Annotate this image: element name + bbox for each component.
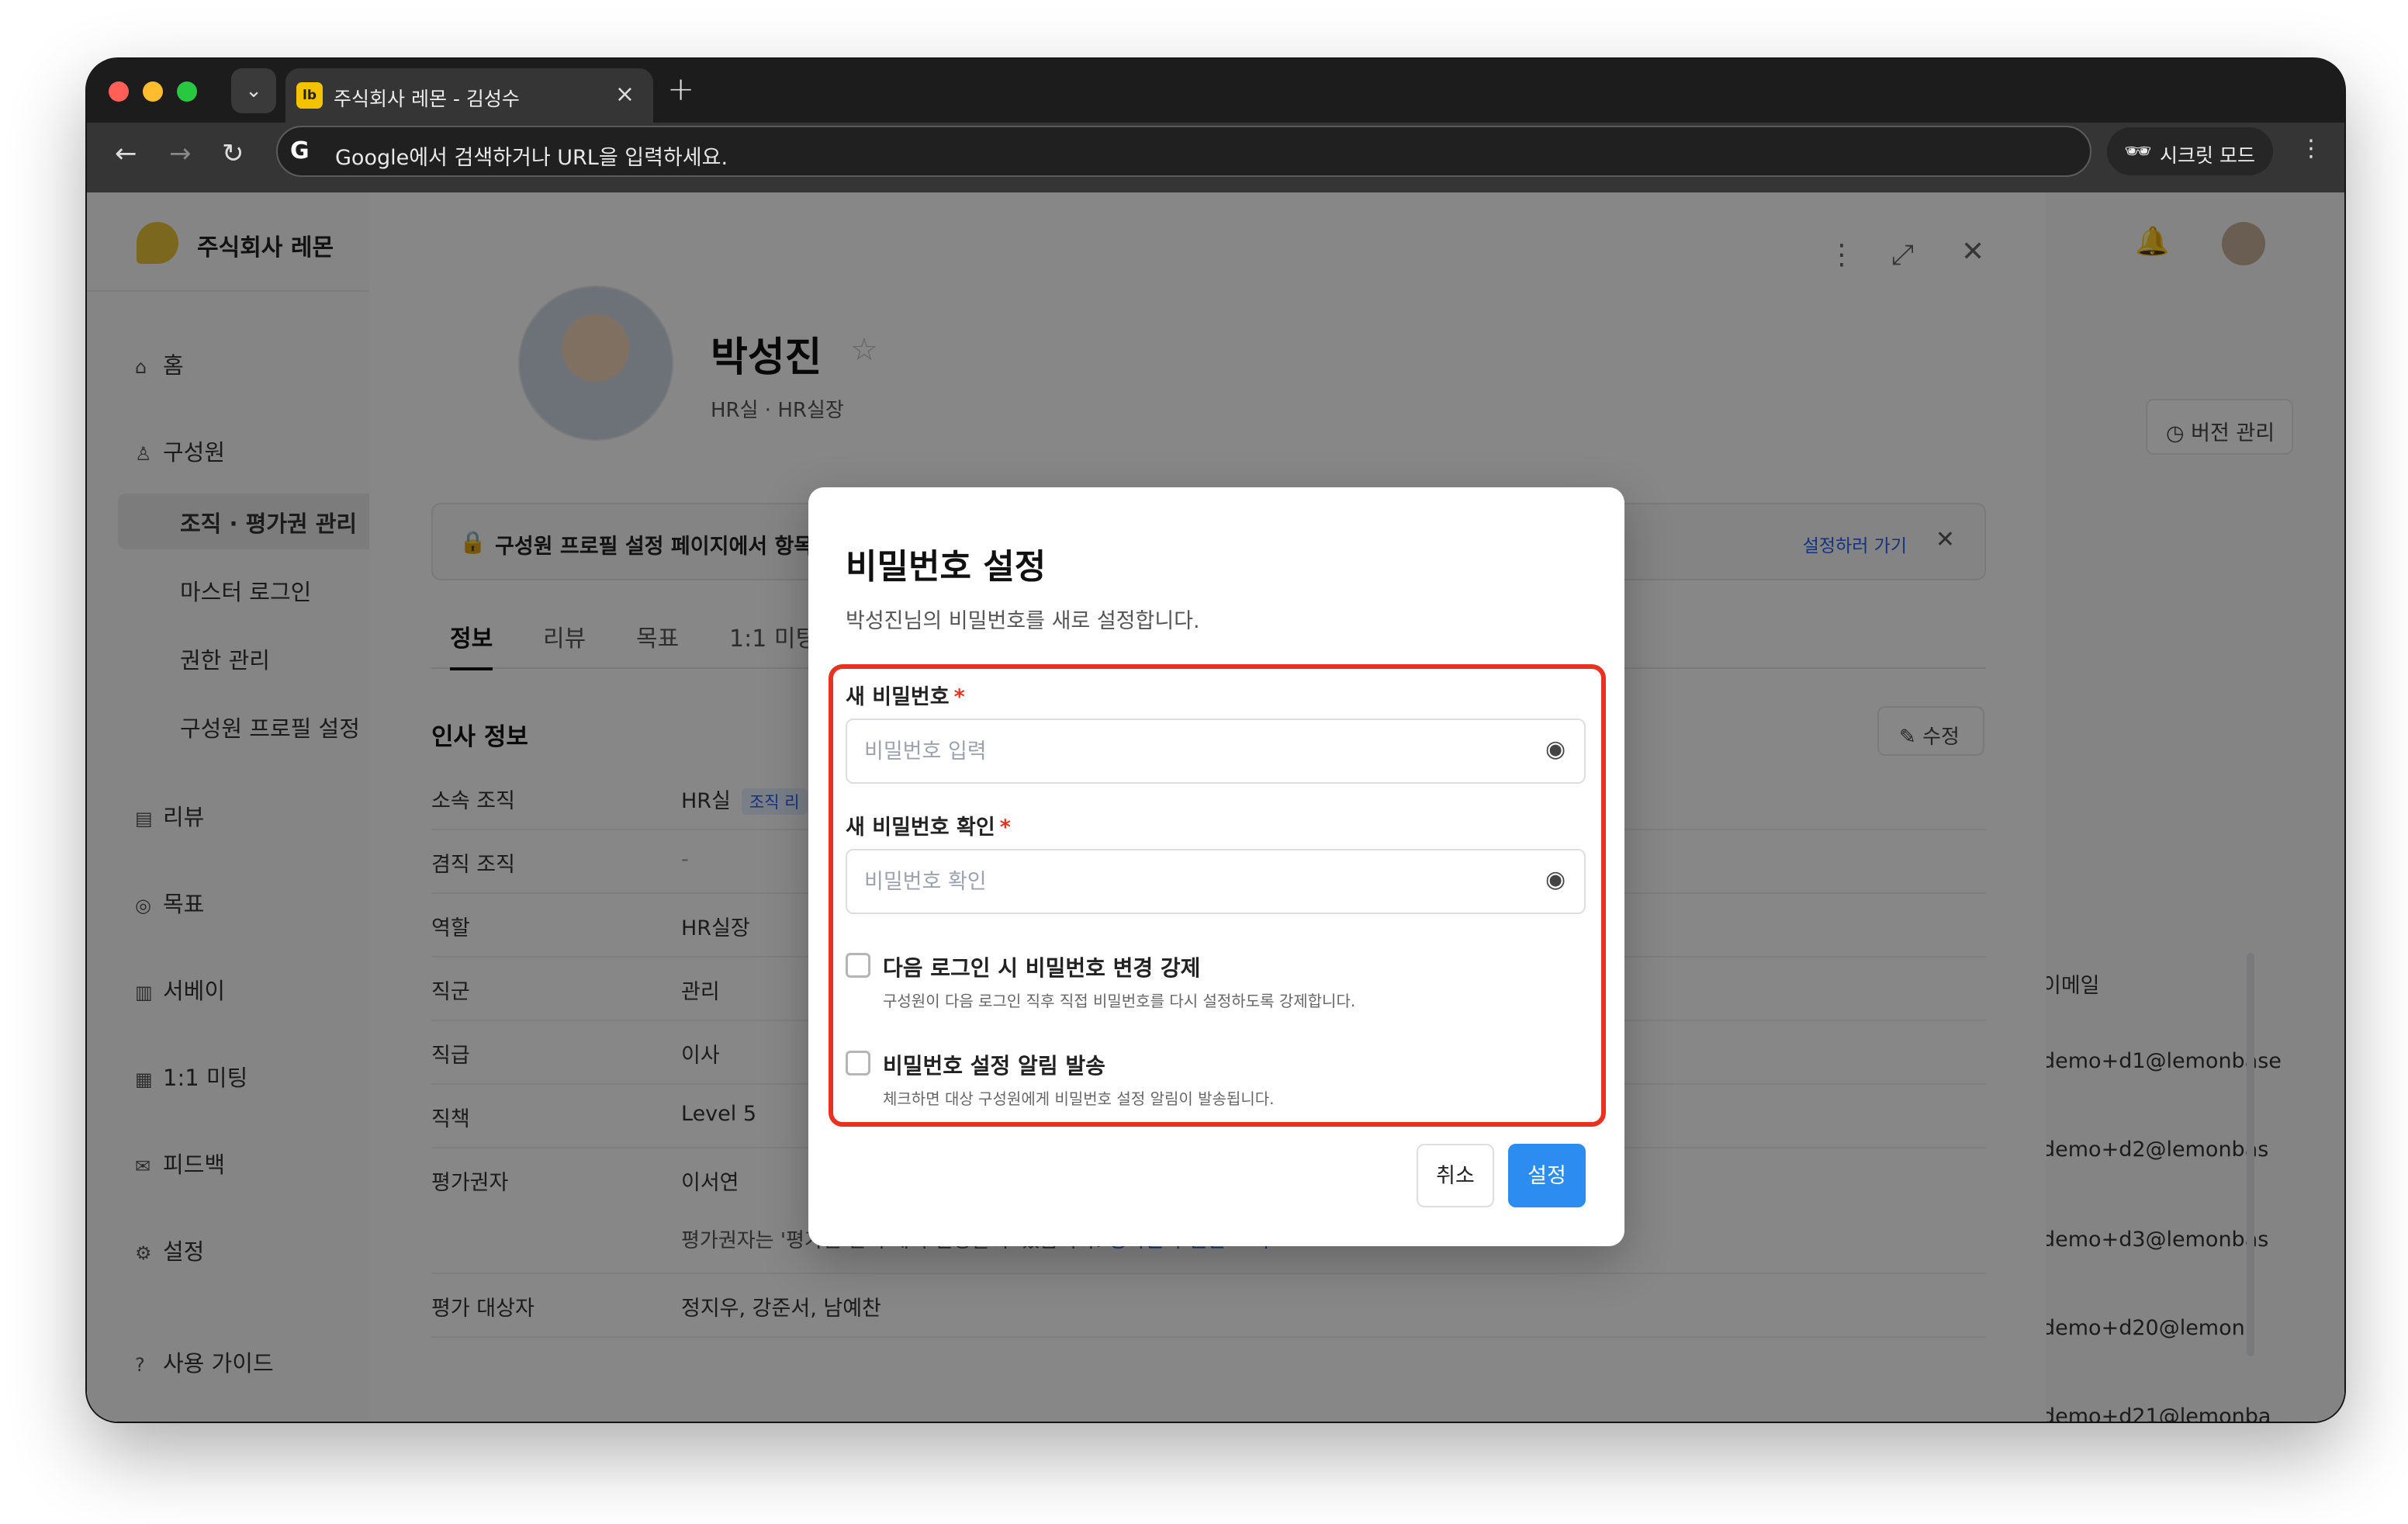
browser-tab[interactable]: lb 주식회사 레몬 - 김성수 × — [285, 68, 653, 123]
reload-icon[interactable]: ↻ — [222, 138, 244, 169]
confirm-password-label: 새 비밀번호 확인 * — [846, 810, 1011, 840]
new-password-input[interactable] — [846, 719, 1586, 784]
required-mark: * — [999, 816, 1011, 840]
new-password-label-text: 새 비밀번호 — [846, 685, 950, 709]
password-modal: 비밀번호 설정 박성진님의 비밀번호를 새로 설정합니다. 새 비밀번호 * ◉ … — [808, 487, 1624, 1246]
app-content: 주식회사 레몬 ⌂ 홈 ♙ 구성원 조직 · 평가권 관리 마스터 로그인 권한 관… — [87, 192, 2344, 1422]
google-icon: G — [290, 137, 310, 165]
maximize-window-button[interactable] — [177, 81, 197, 102]
address-bar[interactable]: G Google에서 검색하거나 URL을 입력하세요. — [276, 126, 2091, 177]
confirm-password-input[interactable] — [846, 849, 1586, 914]
tab-title: 주식회사 레몬 - 김성수 — [334, 88, 520, 110]
browser-window: ⌄ lb 주식회사 레몬 - 김성수 × + ← → ↻ G Google에서 … — [87, 59, 2344, 1422]
close-window-button[interactable] — [109, 81, 129, 102]
notify-checkbox[interactable] — [846, 1051, 870, 1075]
notify-label[interactable]: 비밀번호 설정 알림 발송 — [883, 1049, 1105, 1080]
tab-bar: ⌄ lb 주식회사 레몬 - 김성수 × + — [87, 59, 2344, 123]
confirm-password-label-text: 새 비밀번호 확인 — [846, 816, 995, 840]
tab-search-button[interactable]: ⌄ — [231, 68, 276, 113]
new-password-label: 새 비밀번호 * — [846, 680, 965, 710]
eye-off-icon[interactable]: ◉ — [1545, 866, 1566, 893]
forward-icon[interactable]: → — [169, 138, 192, 169]
browser-menu-icon[interactable]: ⋮ — [2299, 135, 2323, 162]
close-tab-icon[interactable]: × — [615, 81, 635, 108]
minimize-window-button[interactable] — [143, 81, 163, 102]
force-change-label[interactable]: 다음 로그인 시 비밀번호 변경 강제 — [883, 951, 1200, 982]
cancel-button[interactable]: 취소 — [1417, 1144, 1494, 1207]
back-icon[interactable]: ← — [115, 138, 137, 169]
eye-off-icon[interactable]: ◉ — [1545, 736, 1566, 763]
modal-description: 박성진님의 비밀번호를 새로 설정합니다. — [846, 609, 1200, 633]
submit-button[interactable]: 설정 — [1508, 1144, 1586, 1207]
force-change-description: 구성원이 다음 로그인 직후 직접 비밀번호를 다시 설정하도록 강제합니다. — [883, 992, 1356, 1010]
incognito-label: 시크릿 모드 — [2160, 144, 2255, 167]
notify-description: 체크하면 대상 구성원에게 비밀번호 설정 알림이 발송됩니다. — [883, 1089, 1275, 1108]
new-tab-button[interactable]: + — [667, 70, 694, 108]
incognito-icon: 🕶 — [2124, 138, 2152, 164]
modal-title: 비밀번호 설정 — [846, 547, 1047, 587]
favicon-icon: lb — [296, 82, 323, 109]
force-change-checkbox[interactable] — [846, 953, 870, 978]
required-mark: * — [953, 685, 965, 709]
incognito-button[interactable]: 🕶 시크릿 모드 — [2107, 127, 2273, 175]
chevron-down-icon: ⌄ — [245, 79, 262, 102]
address-bar-placeholder: Google에서 검색하거나 URL을 입력하세요. — [335, 146, 728, 170]
